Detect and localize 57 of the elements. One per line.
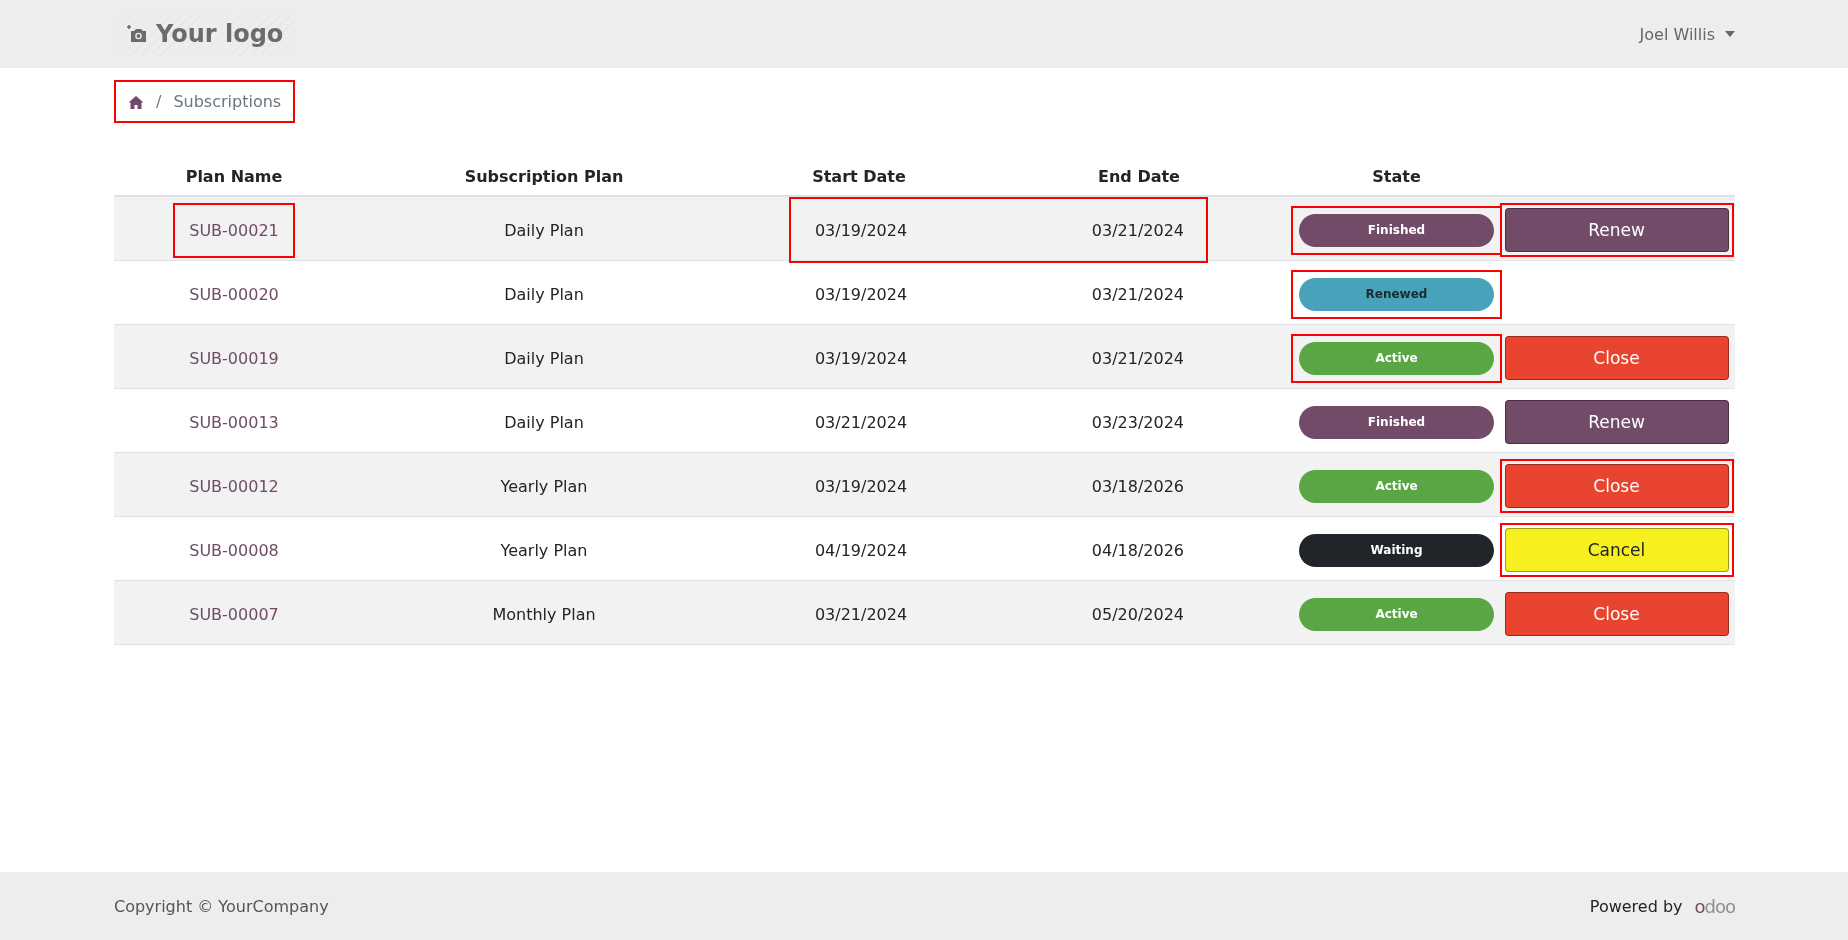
table-cell: Yearly Plan: [500, 540, 588, 560]
close-button[interactable]: Close: [1504, 336, 1729, 380]
subscription-link[interactable]: SUB-00012: [189, 476, 279, 496]
camera-icon: [126, 24, 148, 44]
logo-text: Your logo: [156, 20, 284, 48]
copyright-text: Copyright © YourCompany: [114, 896, 329, 916]
state-badge: Active: [1299, 597, 1494, 631]
column-header: Plan Name: [185, 166, 283, 186]
brand-logo[interactable]: odoo: [1694, 895, 1735, 917]
close-button[interactable]: Close: [1504, 464, 1729, 508]
state-badge: Finished: [1299, 213, 1494, 247]
table-cell: 03/19/2024: [814, 476, 908, 496]
table-cell: Daily Plan: [504, 412, 584, 432]
home-icon[interactable]: [128, 94, 144, 109]
renew-button[interactable]: Renew: [1504, 400, 1729, 444]
close-button[interactable]: Close: [1504, 592, 1729, 636]
caret-icon: [1725, 31, 1735, 37]
table-cell: 04/18/2026: [1091, 540, 1184, 560]
table-cell: 04/19/2024: [814, 540, 908, 560]
subscription-link[interactable]: SUB-00008: [189, 540, 279, 560]
column-header: Start Date: [812, 166, 906, 186]
table-cell: 03/19/2024: [814, 348, 908, 368]
table-cell: Daily Plan: [504, 348, 584, 368]
table-cell: 03/21/2024: [814, 412, 908, 432]
table-cell: Monthly Plan: [492, 604, 596, 624]
state-badge: Active: [1299, 469, 1494, 503]
subscription-link[interactable]: SUB-00013: [189, 412, 279, 432]
column-header: End Date: [1098, 166, 1180, 186]
table-cell: 03/18/2026: [1091, 476, 1184, 496]
table-cell: 03/21/2024: [1091, 348, 1184, 368]
breadcrumb-separator: /: [156, 92, 162, 111]
renew-button[interactable]: Renew: [1504, 208, 1729, 252]
state-badge: Finished: [1299, 405, 1494, 439]
table-cell: 03/21/2024: [814, 604, 908, 624]
table-cell: 03/21/2024: [1091, 284, 1184, 304]
user-menu[interactable]: Joel Willis: [1639, 24, 1735, 44]
table-cell: Daily Plan: [504, 284, 584, 304]
subscription-link[interactable]: SUB-00020: [189, 284, 279, 304]
powered-by-text: Powered by: [1589, 896, 1683, 916]
table-cell: Yearly Plan: [500, 476, 588, 496]
breadcrumb-current: Subscriptions: [173, 92, 282, 111]
subscription-link[interactable]: SUB-00021: [189, 220, 279, 240]
table-cell: 03/23/2024: [1091, 412, 1184, 432]
subscription-link[interactable]: SUB-00007: [189, 604, 279, 624]
cancel-button[interactable]: Cancel: [1504, 528, 1729, 572]
state-badge: Waiting: [1299, 533, 1494, 567]
state-badge: Renewed: [1299, 277, 1494, 311]
subscription-link[interactable]: SUB-00019: [189, 348, 279, 368]
logo[interactable]: Your logo: [114, 14, 296, 54]
table-cell: Daily Plan: [504, 220, 584, 240]
table-cell: 03/19/2024: [814, 284, 908, 304]
table-cell: 03/21/2024: [1091, 220, 1184, 240]
column-header: State: [1372, 166, 1421, 186]
table-cell: 03/19/2024: [814, 220, 908, 240]
state-badge: Active: [1299, 341, 1494, 375]
table-cell: 05/20/2024: [1091, 604, 1184, 624]
column-header: Subscription Plan: [464, 166, 624, 186]
